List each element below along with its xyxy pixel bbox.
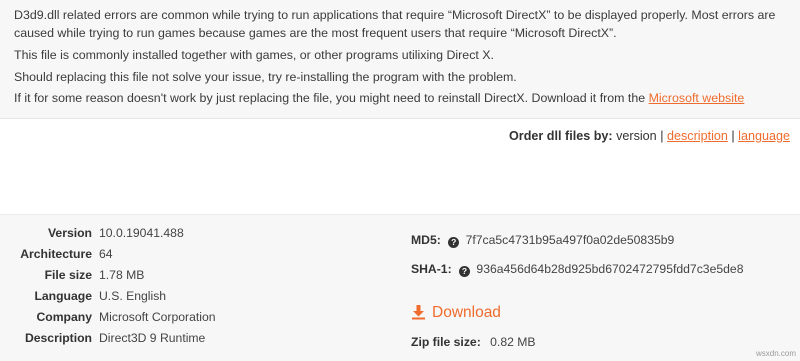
order-separator: | — [660, 129, 664, 143]
description-paragraph: This file is commonly installed together… — [14, 48, 494, 62]
download-label: Download — [432, 304, 501, 321]
watermark: wsxdn.com — [755, 349, 796, 358]
zip-size-row: Zip file size: 0.82 MB — [411, 332, 536, 352]
order-option-language[interactable]: language — [738, 129, 790, 143]
order-option-version: version — [616, 129, 657, 143]
order-by-label: Order dll files by: — [509, 129, 613, 143]
order-by-bar: Order dll files by: version | descriptio… — [509, 129, 790, 143]
md5-value: 7f7ca5c4731b95a497f0a02de50835b9 — [465, 233, 675, 247]
info-label: Company — [36, 310, 92, 324]
md5-row: MD5: ? 7f7ca5c4731b95a497f0a02de50835b9 — [411, 230, 674, 250]
info-value: U.S. English — [99, 289, 167, 303]
info-label: Version — [47, 226, 92, 240]
order-separator: | — [731, 129, 735, 143]
description-paragraph: If it for some reason doesn't work by ju… — [14, 89, 790, 107]
info-value: 64 — [99, 247, 113, 261]
download-button[interactable]: Download — [411, 302, 501, 324]
reinstall-text: If it for some reason doesn't work by ju… — [14, 91, 646, 105]
sha1-label: SHA-1: — [411, 262, 452, 276]
info-label: Description — [24, 331, 92, 345]
download-icon — [412, 305, 425, 320]
description-paragraph: Should replacing this file not solve you… — [14, 70, 517, 84]
microsoft-website-link[interactable]: Microsoft website — [649, 91, 745, 105]
info-value: Direct3D 9 Runtime — [99, 331, 206, 345]
md5-label: MD5: — [411, 233, 441, 247]
help-icon[interactable]: ? — [448, 237, 460, 248]
help-icon[interactable]: ? — [459, 266, 471, 277]
sha1-row: SHA-1: ? 936a456d64b28d925bd6702472795fd… — [411, 259, 743, 279]
zip-size-value: 0.82 MB — [490, 335, 536, 349]
info-label: Architecture — [20, 247, 92, 261]
sha1-value: 936a456d64b28d925bd6702472795fdd7c3e5de8 — [476, 262, 744, 276]
info-label: Language — [34, 289, 92, 303]
description-paragraph: D3d9.dll related errors are common while… — [14, 8, 776, 40]
info-value: 10.0.19041.488 — [99, 226, 184, 240]
info-value: 1.78 MB — [99, 268, 145, 282]
description-panel: D3d9.dll related errors are common while… — [0, 0, 800, 119]
info-value: Microsoft Corporation — [99, 310, 216, 324]
order-option-description[interactable]: description — [667, 129, 728, 143]
info-label: File size — [44, 268, 92, 282]
zip-size-label: Zip file size: — [411, 335, 481, 349]
